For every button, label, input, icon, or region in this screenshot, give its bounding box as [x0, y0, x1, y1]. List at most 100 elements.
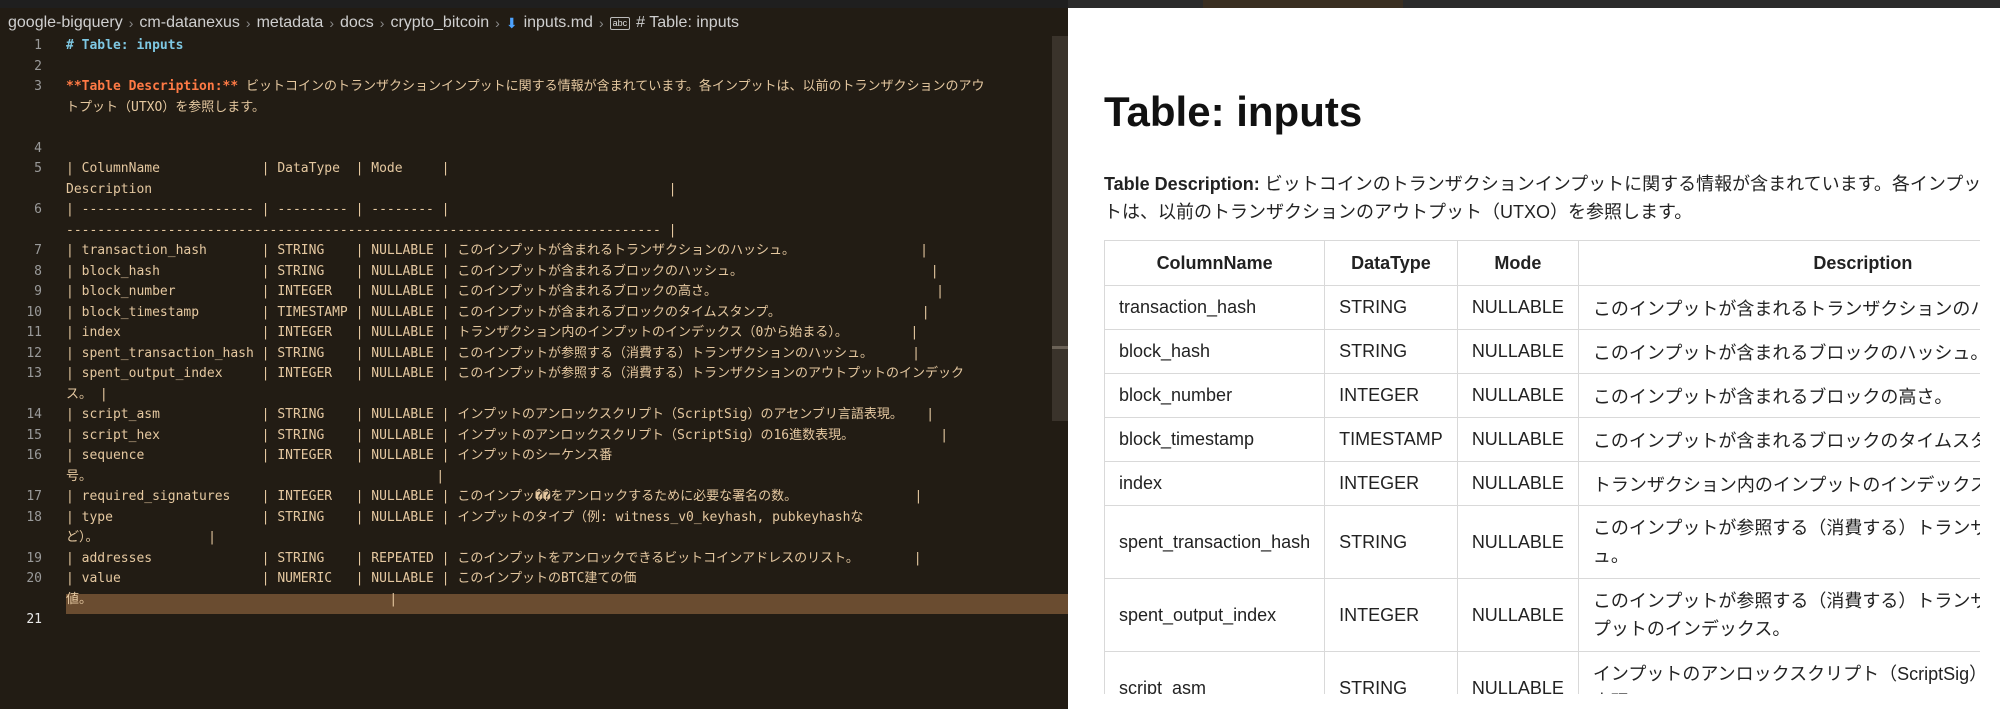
line-text: 値。 | — [66, 591, 398, 607]
code-line[interactable]: 4 — [0, 139, 1068, 160]
code-line[interactable]: 2 — [0, 57, 1068, 78]
line-text: | ---------------------- | --------- | -… — [66, 202, 450, 217]
cell-column-name: spent_output_index — [1103, 578, 1326, 652]
code-line[interactable]: 20 | value | NUMERIC | NULLABLE | このインプット… — [0, 569, 1068, 590]
cell-column-name: transaction_hash — [1103, 285, 1326, 330]
table-description: Table Description: ビットコインのトランザクションインプットに… — [1104, 170, 1980, 226]
code-line[interactable]: Description | — [0, 180, 1068, 201]
cell-data-type: STRING — [1324, 651, 1458, 694]
cell-column-name: block_timestamp — [1103, 417, 1326, 462]
code-line[interactable]: 値。 | — [0, 590, 1068, 611]
code-line[interactable]: 号。 | — [0, 467, 1068, 488]
line-number: 19 — [26, 550, 42, 566]
code-editor[interactable]: google-bigquery › cm-datanexus › metadat… — [0, 8, 1068, 709]
code-line[interactable]: 17 | required_signatures | INTEGER | NULL… — [0, 487, 1068, 508]
code-line[interactable]: 6 | ---------------------- | --------- | … — [0, 200, 1068, 221]
page-title: Table: inputs — [1104, 88, 1363, 135]
code-line[interactable]: 11 | index | INTEGER | NULLABLE | トランザクショ… — [0, 323, 1068, 344]
breadcrumb-item-docs[interactable]: docs — [340, 14, 374, 32]
line-text: | block_number | INTEGER | NULLABLE | この… — [66, 284, 944, 299]
table-row: block_timestamp TIMESTAMP NULLABLE このインプットが… — [1103, 417, 1980, 462]
header-mode: Mode — [1456, 240, 1579, 286]
line-text: **Table Description:** ビットコインのトランザクションイン… — [66, 77, 985, 98]
line-text: | spent_output_index | INTEGER | NULLABL… — [66, 366, 964, 381]
line-text: # Table: inputs — [66, 38, 184, 53]
line-number: 4 — [34, 140, 42, 156]
line-text: | block_hash | STRING | NULLABLE | このインプ… — [66, 263, 939, 279]
header-description: Description — [1577, 240, 1980, 286]
code-line[interactable]: 13 | spent_output_index | INTEGER | NULLA… — [0, 364, 1068, 385]
code-line[interactable]: 10 | block_timestamp | TIMESTAMP | NULLAB… — [0, 303, 1068, 324]
header-data-type: DataType — [1324, 240, 1458, 286]
cell-mode: NULLABLE — [1456, 417, 1579, 462]
breadcrumb-item-symbol[interactable]: # Table: inputs — [636, 14, 739, 32]
line-number: 15 — [26, 427, 42, 443]
line-number — [0, 221, 42, 242]
code-line[interactable]: 9 | block_number | INTEGER | NULLABLE | こ… — [0, 282, 1068, 303]
cell-description: インプットのアンロックスクリプト（ScriptSig）のアセンブリ言語表現。 — [1577, 651, 1980, 694]
table-row: transaction_hash STRING NULLABLE このインプットが含ま… — [1103, 285, 1980, 330]
line-text: | script_asm | STRING | NULLABLE | インプット… — [66, 407, 935, 422]
code-line[interactable]: 12 | spent_transaction_hash | STRING | NU… — [0, 344, 1068, 365]
cell-column-name: index — [1103, 461, 1326, 506]
code-line[interactable]: 3 **Table Description:** ビットコインのトランザクションイ… — [0, 77, 1068, 98]
table-body: transaction_hash STRING NULLABLE このインプットが含ま… — [1103, 285, 1980, 694]
cell-mode: NULLABLE — [1456, 578, 1579, 652]
line-text: ど）。 | — [66, 530, 216, 545]
code-line[interactable]: 14 | script_asm | STRING | NULLABLE | インプ… — [0, 405, 1068, 426]
line-text: ス。 | — [66, 386, 108, 402]
cell-description: このインプットが含まれるトランザクションのハッシュ。 — [1577, 285, 1980, 330]
line-number: 7 — [34, 243, 42, 258]
line-text: | ColumnName | DataType | Mode | — [66, 161, 450, 176]
line-text: | sequence | INTEGER | NULLABLE | インプットの… — [66, 448, 613, 463]
cell-description: このインプットが含まれるブロックのタイムスタンプ。 — [1577, 417, 1980, 462]
line-number: 21 — [26, 612, 42, 627]
line-text: 号。 | — [66, 468, 445, 484]
code-line[interactable]: 8 | block_hash | STRING | NULLABLE | このイン… — [0, 262, 1068, 283]
header-column-name: ColumnName — [1103, 240, 1326, 286]
cell-description: このインプットが参照する（消費する）トランザクションのハッシュ。 — [1577, 505, 1980, 579]
cell-mode: NULLABLE — [1456, 373, 1579, 418]
code-line[interactable]: 19 | addresses | STRING | REPEATED | このイン… — [0, 549, 1068, 570]
line-text: | script_hex | STRING | NULLABLE | インプット… — [66, 427, 949, 443]
line-number: 2 — [34, 58, 42, 74]
code-line[interactable]: ----------------------------------------… — [0, 221, 1068, 242]
breadcrumb-item-crypto-bitcoin[interactable]: crypto_bitcoin — [390, 14, 489, 32]
code-line[interactable]: ど）。 | — [0, 528, 1068, 549]
table-row: index INTEGER NULLABLE トランザクション内のインプットのインデッ… — [1103, 461, 1980, 506]
markdown-file-icon: ⬇ — [505, 14, 518, 31]
breadcrumb-item-cm-datanexus[interactable]: cm-datanexus — [139, 14, 240, 32]
cell-mode: NULLABLE — [1456, 461, 1579, 506]
code-lines[interactable]: 1 # Table: inputs 2 3 **Table Description:**… — [0, 36, 1068, 631]
tab-strip-active-segment — [1203, 0, 1403, 8]
code-line[interactable]: 1 # Table: inputs — [0, 36, 1068, 57]
editor-scrollbar[interactable] — [1052, 36, 1068, 421]
cell-mode: NULLABLE — [1456, 285, 1579, 330]
code-line[interactable]: トプット（UTXO）を参照します。 — [0, 98, 1068, 119]
code-line[interactable]: 15 | script_hex | STRING | NULLABLE | インプ… — [0, 426, 1068, 447]
code-line[interactable]: 5 | ColumnName | DataType | Mode | — [0, 159, 1068, 180]
table-row: block_number INTEGER NULLABLE このインプットが含まれるブ… — [1103, 373, 1980, 418]
code-line[interactable] — [0, 118, 1068, 139]
cell-data-type: STRING — [1324, 329, 1458, 374]
code-line[interactable]: 7 | transaction_hash | STRING | NULLABLE … — [0, 241, 1068, 262]
tab-strip-segment — [1403, 0, 2000, 8]
code-line[interactable]: 21 — [0, 610, 1068, 631]
line-number: 18 — [26, 509, 42, 525]
preview-bottom-edge — [1068, 694, 2000, 709]
code-line[interactable]: 18 | type | STRING | NULLABLE | インプットのタイプ… — [0, 508, 1068, 529]
breadcrumb-separator: › — [245, 15, 251, 31]
cell-data-type: STRING — [1324, 285, 1458, 330]
line-number — [0, 385, 42, 406]
cell-description: トランザクション内のインプットのインデックス（0から始まる）。 — [1577, 461, 1980, 506]
line-number: 17 — [26, 489, 42, 504]
breadcrumb-item-file[interactable]: inputs.md — [524, 14, 593, 32]
breadcrumb-item-google-bigquery[interactable]: google-bigquery — [8, 14, 123, 32]
code-line[interactable]: ス。 | — [0, 385, 1068, 406]
breadcrumb-item-metadata[interactable]: metadata — [257, 14, 324, 32]
line-number: 3 — [34, 79, 42, 94]
table-header-row: ColumnName DataType Mode Description — [1103, 240, 1980, 286]
code-line[interactable]: 16 | sequence | INTEGER | NULLABLE | インプッ… — [0, 446, 1068, 467]
cell-description: このインプットが参照する（消費する）トランザクションのアウトプットのインデックス… — [1577, 578, 1980, 652]
line-text: トプット（UTXO）を参照します。 — [66, 99, 266, 115]
